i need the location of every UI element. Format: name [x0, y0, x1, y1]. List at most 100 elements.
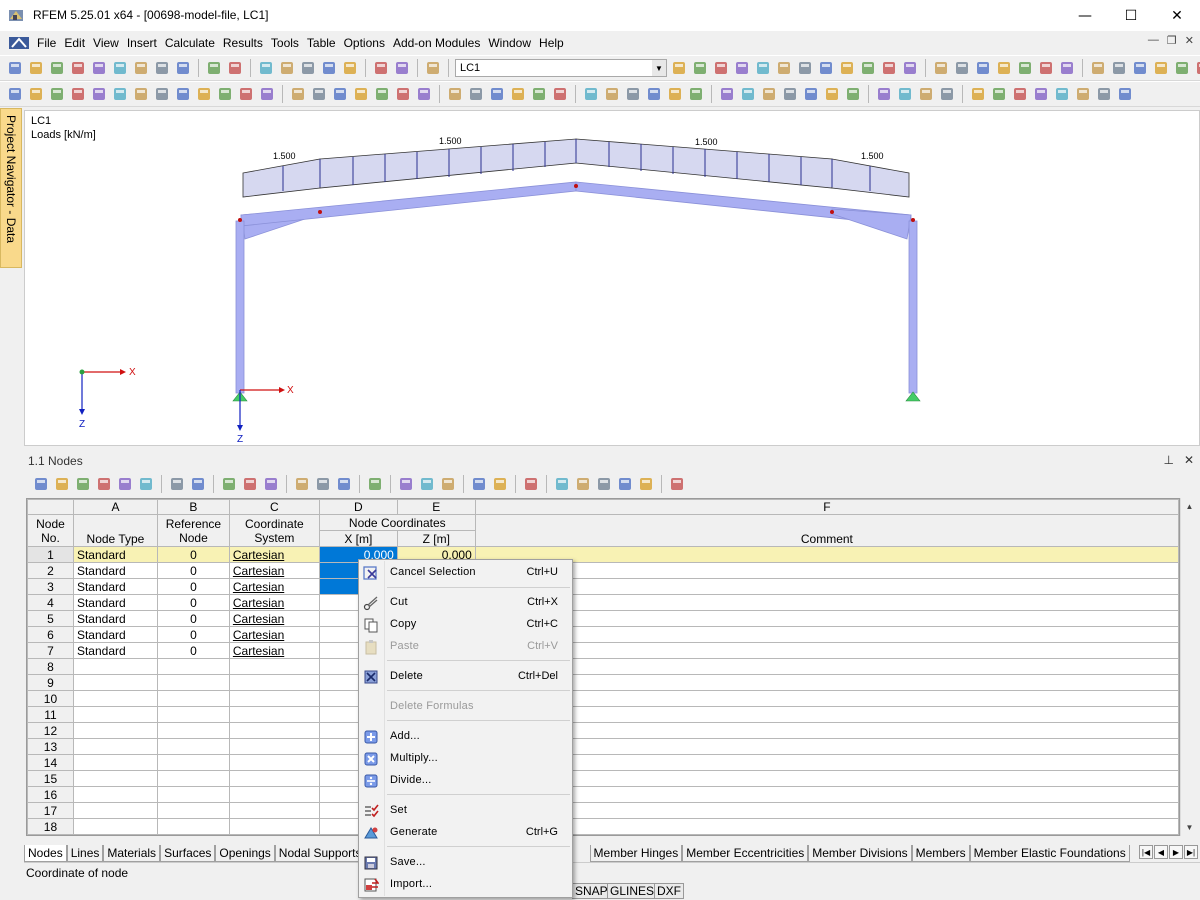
comment-cell[interactable] — [474, 610, 1179, 627]
coordinate-system-cell[interactable] — [228, 706, 320, 723]
row-number[interactable]: 16 — [27, 786, 74, 803]
row-number[interactable]: 14 — [27, 754, 74, 771]
row-number[interactable]: 6 — [27, 626, 74, 643]
main-tool-29-icon[interactable] — [859, 59, 877, 77]
row-number[interactable]: 11 — [27, 706, 74, 723]
row-number[interactable]: 7 — [27, 642, 74, 659]
secondary-tool-18-icon[interactable] — [373, 85, 391, 103]
main-tool-26-icon[interactable] — [796, 59, 814, 77]
table-tool-10-icon[interactable] — [241, 475, 259, 493]
first-tab-icon[interactable]: |◀ — [1139, 845, 1153, 859]
row-number[interactable]: 10 — [27, 690, 74, 707]
row-number[interactable]: 9 — [27, 674, 74, 691]
table-tool-19-icon[interactable] — [470, 475, 488, 493]
menu-tools[interactable]: Tools — [271, 36, 305, 50]
glines-toggle[interactable]: GLINES — [607, 883, 658, 899]
table-row[interactable]: 11 — [27, 706, 1179, 723]
secondary-tool-38-icon[interactable] — [823, 85, 841, 103]
col-letter-d[interactable]: D — [318, 499, 398, 515]
table-row[interactable]: 3 Standard 0 Cartesian — [27, 578, 1179, 595]
coordinate-system-cell[interactable]: Cartesian — [228, 594, 320, 611]
secondary-tool-50-icon[interactable] — [1095, 85, 1113, 103]
reference-node-cell[interactable] — [156, 770, 230, 787]
sheet-tab-lines[interactable]: Lines — [66, 845, 104, 862]
secondary-tool-17-icon[interactable] — [352, 85, 370, 103]
table-tool-15-icon[interactable] — [366, 475, 384, 493]
main-tool-11-icon[interactable] — [226, 59, 244, 77]
sheet-tab-nodes[interactable]: Nodes — [24, 845, 67, 862]
menu-item-save[interactable]: Save... — [361, 852, 570, 874]
sheet-tab-member-elastic-foundations[interactable]: Member Elastic Foundations — [969, 845, 1130, 862]
reference-node-cell[interactable] — [156, 738, 230, 755]
node-type-cell[interactable] — [72, 690, 158, 707]
coordinate-system-cell[interactable] — [228, 690, 320, 707]
table-row[interactable]: 8 — [27, 658, 1179, 675]
secondary-tool-16-icon[interactable] — [331, 85, 349, 103]
table-row[interactable]: 6 Standard 0 Cartesian — [27, 626, 1179, 643]
table-tool-4-icon[interactable] — [95, 475, 113, 493]
secondary-tool-10-icon[interactable] — [195, 85, 213, 103]
table-tool-17-icon[interactable] — [418, 475, 436, 493]
coordinate-system-cell[interactable] — [228, 818, 320, 835]
table-row[interactable]: 1 Standard 0 Cartesian 0.000 0.000 — [27, 546, 1179, 563]
comment-cell[interactable] — [474, 658, 1179, 675]
secondary-tool-15-icon[interactable] — [310, 85, 328, 103]
table-row[interactable]: 10 — [27, 690, 1179, 707]
table-tool-21-icon[interactable] — [522, 475, 540, 493]
main-tool-21-icon[interactable] — [691, 59, 709, 77]
main-tool-36-icon[interactable] — [1016, 59, 1034, 77]
table-tool-22-icon[interactable] — [553, 475, 571, 493]
comment-cell[interactable] — [474, 594, 1179, 611]
main-tool-27-icon[interactable] — [817, 59, 835, 77]
main-tool-35-icon[interactable] — [995, 59, 1013, 77]
secondary-tool-43-icon[interactable] — [938, 85, 956, 103]
row-number[interactable]: 8 — [27, 658, 74, 675]
project-navigator-tab[interactable]: Project Navigator - Data — [0, 108, 22, 268]
sheet-tab-member-eccentricities[interactable]: Member Eccentricities — [682, 845, 809, 862]
row-number[interactable]: 18 — [27, 818, 74, 835]
coordinate-system-cell[interactable]: Cartesian — [228, 626, 320, 643]
coordinate-system-cell[interactable] — [228, 738, 320, 755]
node-type-cell[interactable] — [72, 674, 158, 691]
row-number[interactable]: 12 — [27, 722, 74, 739]
menu-add-on-modules[interactable]: Add-on Modules — [393, 36, 486, 50]
secondary-tool-37-icon[interactable] — [802, 85, 820, 103]
loadcase-combo[interactable]: LC1 ▼ — [455, 59, 667, 77]
secondary-tool-42-icon[interactable] — [917, 85, 935, 103]
node-type-cell[interactable]: Standard — [72, 578, 158, 595]
table-tool-23-icon[interactable] — [574, 475, 592, 493]
coordinate-system-cell[interactable]: Cartesian — [228, 642, 320, 659]
comment-cell[interactable] — [474, 754, 1179, 771]
sheet-tab-member-divisions[interactable]: Member Divisions — [808, 845, 912, 862]
menu-calculate[interactable]: Calculate — [165, 36, 221, 50]
table-vertical-scrollbar[interactable]: ▲ ▼ — [1180, 498, 1197, 836]
table-tool-6-icon[interactable] — [137, 475, 155, 493]
table-row[interactable]: 18 — [27, 818, 1179, 835]
reference-node-cell[interactable]: 0 — [156, 626, 230, 643]
node-type-cell[interactable]: Standard — [72, 626, 158, 643]
main-tool-23-icon[interactable] — [733, 59, 751, 77]
secondary-tool-40-icon[interactable] — [875, 85, 893, 103]
menu-item-multiply[interactable]: Multiply... — [361, 748, 570, 770]
main-tool-6-icon[interactable] — [111, 59, 129, 77]
coordinate-system-cell[interactable] — [228, 770, 320, 787]
node-type-cell[interactable]: Standard — [72, 546, 158, 563]
secondary-tool-31-icon[interactable] — [666, 85, 684, 103]
table-tool-11-icon[interactable] — [262, 475, 280, 493]
menu-options[interactable]: Options — [344, 36, 391, 50]
next-tab-icon[interactable]: ▶ — [1169, 845, 1183, 859]
reference-node-cell[interactable]: 0 — [156, 562, 230, 579]
reference-node-cell[interactable] — [156, 658, 230, 675]
secondary-tool-20-icon[interactable] — [415, 85, 433, 103]
last-tab-icon[interactable]: ▶| — [1184, 845, 1198, 859]
table-row[interactable]: 4 Standard 0 Cartesian — [27, 594, 1179, 611]
node-type-cell[interactable] — [72, 658, 158, 675]
secondary-tool-7-icon[interactable] — [132, 85, 150, 103]
secondary-tool-30-icon[interactable] — [645, 85, 663, 103]
menu-item-cancel-selection[interactable]: Cancel Selection Ctrl+U — [361, 562, 570, 584]
col-letter-c[interactable]: C — [228, 499, 320, 515]
main-tool-20-icon[interactable] — [670, 59, 688, 77]
reference-node-cell[interactable] — [156, 802, 230, 819]
pin-icon[interactable]: ⊥ — [1163, 453, 1173, 467]
node-type-cell[interactable]: Standard — [72, 642, 158, 659]
